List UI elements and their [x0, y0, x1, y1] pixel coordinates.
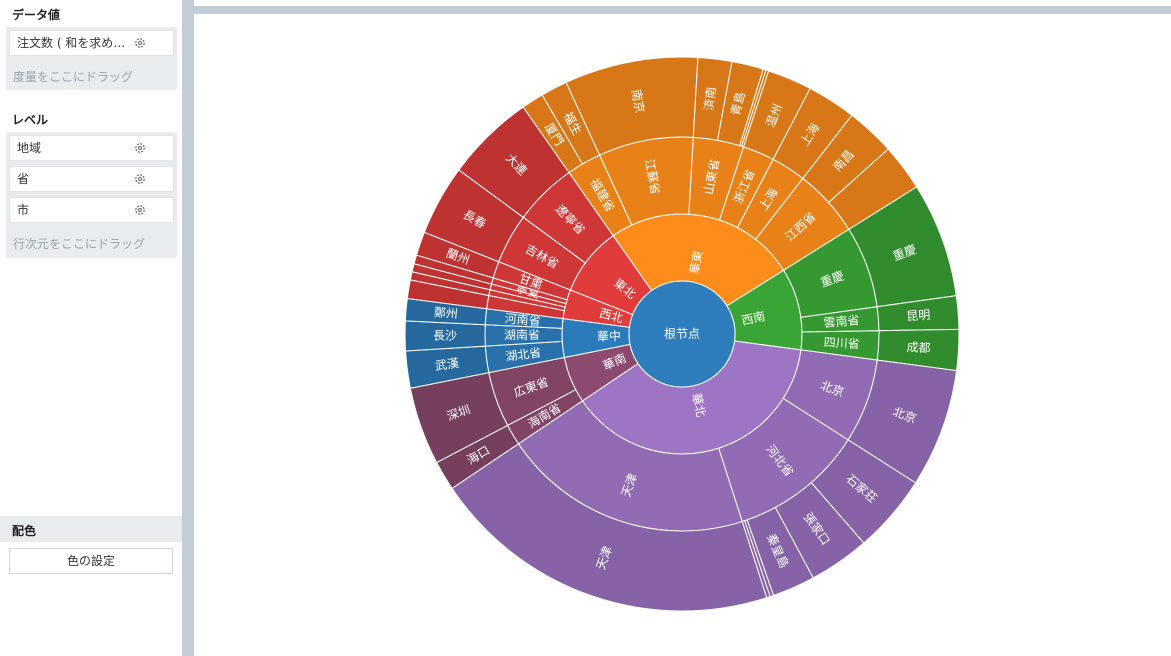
level-pill-city[interactable]: 市 — [9, 197, 174, 223]
city-label: 昆明 — [906, 308, 931, 324]
level-pill-region[interactable]: 地域 — [9, 135, 174, 161]
province-label: 雲南省 — [823, 312, 860, 330]
region-label: 華中 — [597, 328, 622, 344]
city-label: 鄭州 — [433, 304, 458, 321]
settings-gear-icon[interactable] — [133, 198, 147, 222]
province-label: 四川省 — [823, 335, 860, 351]
measure-drop-hint: 度量をここにドラッグ — [13, 70, 134, 84]
city-label: 長沙 — [433, 329, 457, 343]
province-label: 湖南省 — [504, 327, 540, 342]
top-scroll-bar[interactable] — [194, 6, 1171, 14]
color-settings-button[interactable]: 色の設定 — [9, 548, 173, 574]
measure-field-pill[interactable]: 注文数 ( 和を求め… — [9, 30, 174, 56]
root-label: 根节点 — [664, 327, 700, 341]
sunburst-chart: 厦門福生福建省南京江蘇省済南 青島山東省温州浙江省上海上海南昌江西省華東 重慶重慶昆… — [404, 56, 960, 612]
city-label: 成都 — [906, 340, 931, 355]
level-title: レベル — [12, 113, 49, 127]
level-pill-province[interactable]: 省 — [9, 166, 174, 192]
color-title: 配色 — [12, 524, 37, 538]
panel-splitter[interactable] — [182, 0, 194, 656]
top-toolbar-strip — [194, 0, 1171, 14]
dimension-drop-hint: 行次元をここにドラッグ — [13, 237, 146, 251]
level-label: 省 — [17, 172, 30, 186]
data-values-title: データ値 — [12, 8, 61, 22]
field-panel: データ値 注文数 ( 和を求め… 度量をここにドラッグ レベル 地域 省 市 行… — [0, 0, 182, 656]
settings-gear-icon[interactable] — [133, 31, 147, 55]
measure-well[interactable]: 注文数 ( 和を求め… 度量をここにドラッグ — [6, 27, 177, 90]
level-well[interactable]: 地域 省 市 行次元をここにドラッグ — [6, 132, 177, 258]
level-label: 市 — [17, 203, 30, 217]
level-label: 地域 — [17, 141, 42, 155]
settings-gear-icon[interactable] — [133, 167, 147, 191]
city-label: 済南 — [701, 86, 719, 112]
color-section-header: 配色 — [0, 516, 182, 542]
measure-field-label: 注文数 ( 和を求め… — [17, 36, 126, 50]
settings-gear-icon[interactable] — [133, 136, 147, 160]
chart-area: 厦門 福生 福建省 南京 江蘇省 済南 青島 山東省 温州 浙江省 上海 上海 南昌 江西省 華東 重慶 重慶昆… — [194, 14, 1171, 656]
